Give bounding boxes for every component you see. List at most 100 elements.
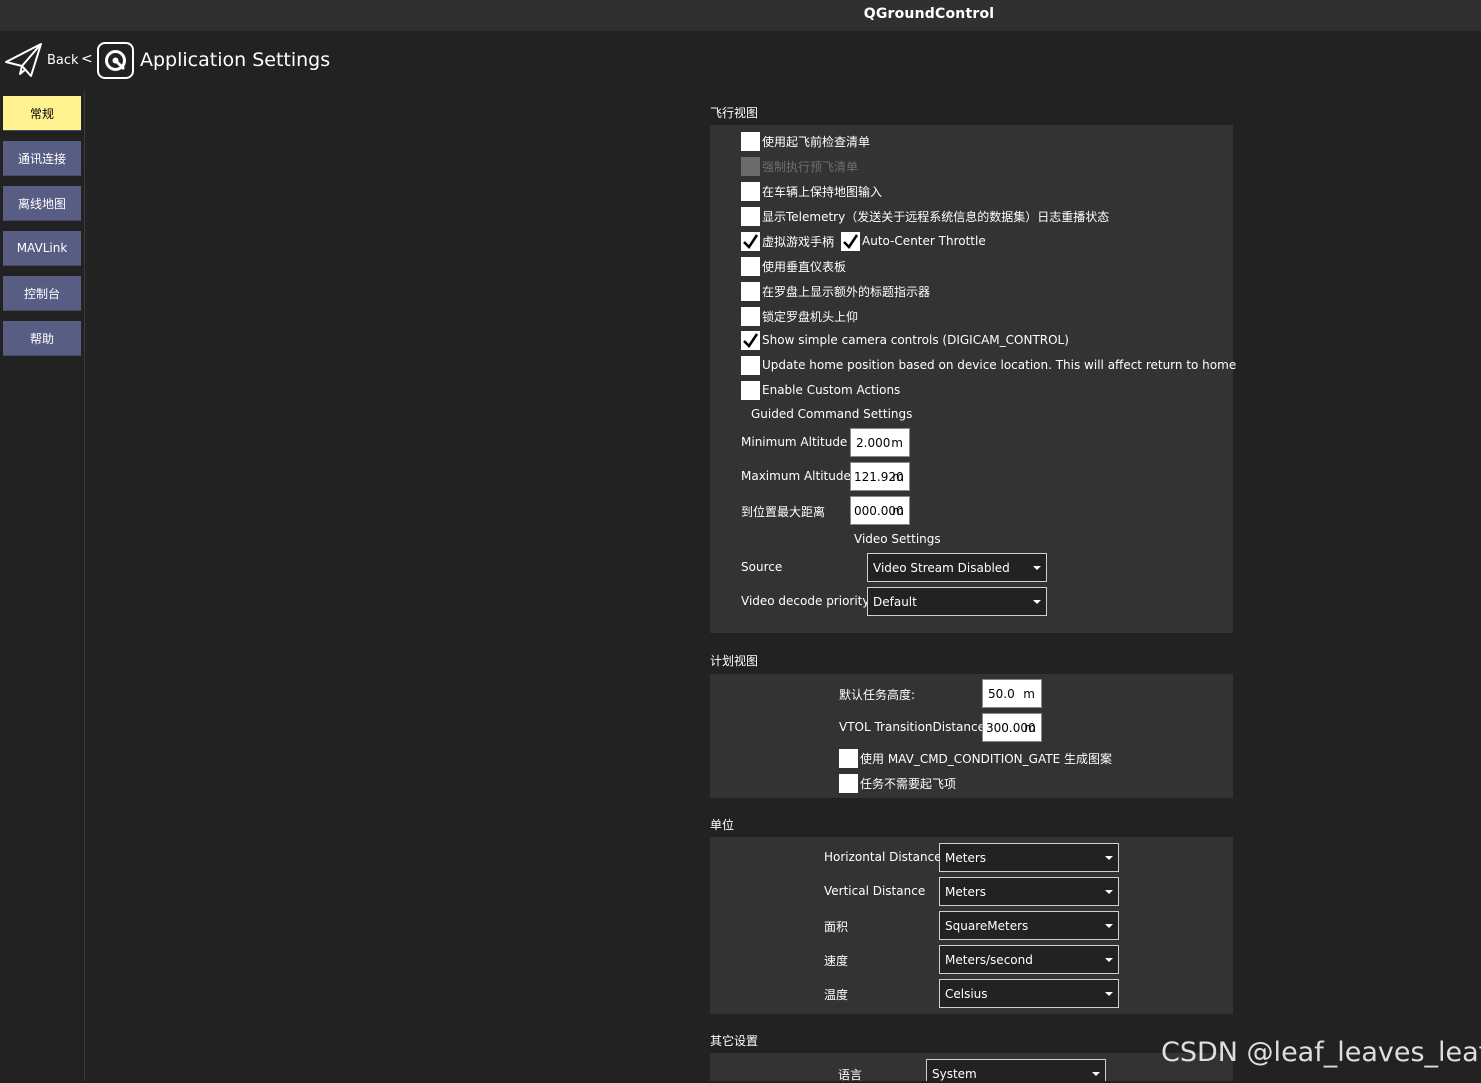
dropdown-value: Video Stream Disabled (873, 560, 1010, 575)
checkbox-row[interactable]: Show simple camera controls (DIGICAM_CON… (741, 330, 1069, 350)
checkbox-label: 虚拟游戏手柄 (762, 234, 835, 249)
auto-center-checkbox[interactable] (841, 231, 861, 251)
checkbox-label: 在车辆上保持地图输入 (762, 184, 883, 199)
checkbox-label: 任务不需要起飞项 (860, 776, 957, 791)
sidebar-item-help[interactable]: 帮助 (3, 321, 81, 356)
checkbox-label: Auto-Center Throttle (862, 234, 986, 248)
breadcrumb-separator: < (81, 51, 93, 67)
checkbox[interactable] (741, 206, 760, 226)
area-dropdown[interactable]: SquareMeters (939, 911, 1119, 940)
max-distance-input[interactable]: 000.000 m (850, 496, 910, 525)
max-altitude-input[interactable]: 121.920 m (850, 462, 910, 491)
checkbox-row[interactable]: 使用起飞前检查清单 (741, 131, 870, 151)
unit-label: m (1024, 721, 1036, 735)
min-altitude-label: Minimum Altitude (741, 435, 848, 449)
checkbox[interactable] (741, 380, 760, 400)
checkmark-icon (843, 233, 859, 249)
decode-priority-dropdown[interactable]: Default (867, 587, 1047, 616)
sidebar-item-console[interactable]: 控制台 (3, 276, 81, 311)
checkbox-row: 强制执行预飞清单 (741, 156, 858, 176)
misc-header: 其它设置 (710, 1034, 759, 1048)
page-title: Application Settings (140, 49, 331, 71)
horizontal-distance-dropdown[interactable]: Meters (939, 843, 1119, 872)
sidebar-item-mavlink[interactable]: MAVLink (3, 231, 81, 266)
checkbox[interactable] (741, 281, 760, 301)
temperature-dropdown[interactable]: Celsius (939, 979, 1119, 1008)
default-altitude-input[interactable]: 50.0 m (982, 679, 1042, 708)
checkbox-label: 强制执行预飞清单 (762, 159, 859, 174)
dropdown-value: Meters (945, 884, 987, 899)
qgc-logo-icon (97, 42, 134, 79)
max-altitude-label: Maximum Altitude (741, 469, 851, 483)
sidebar-item-comm-links[interactable]: 通讯连接 (3, 141, 81, 176)
paper-plane-icon[interactable] (4, 40, 44, 80)
vertical-distance-dropdown[interactable]: Meters (939, 877, 1119, 906)
chevron-down-icon (1105, 924, 1113, 928)
chevron-down-icon (1105, 992, 1113, 996)
watermark: CSDN @leaf_leaves_leaf (1161, 1037, 1481, 1068)
checkbox-label: 显示Telemetry（发送关于远程系统信息的数据集）日志重播状态 (762, 209, 1110, 224)
checkbox-row[interactable]: 锁定罗盘机头上仰 (741, 306, 858, 326)
source-dropdown[interactable]: Video Stream Disabled (867, 553, 1047, 582)
guided-command-header: Guided Command Settings (751, 407, 913, 421)
decode-priority-label: Video decode priority (741, 594, 870, 608)
checkbox-label: Enable Custom Actions (762, 383, 901, 397)
chevron-down-icon (1105, 890, 1113, 894)
checkbox-row[interactable]: 虚拟游戏手柄 Auto-Center Throttle (741, 231, 986, 251)
checkbox[interactable] (741, 256, 760, 276)
sidebar-item-offline-maps[interactable]: 离线地图 (3, 186, 81, 221)
dropdown-value: Meters (945, 850, 987, 865)
language-dropdown[interactable]: System (926, 1059, 1106, 1081)
chevron-down-icon (1105, 958, 1113, 962)
checkbox-label: 锁定罗盘机头上仰 (762, 309, 859, 324)
checkbox[interactable] (741, 131, 760, 151)
checkbox[interactable] (839, 773, 858, 793)
back-button[interactable]: Back (47, 53, 79, 68)
unit-label: m (892, 470, 904, 484)
checkbox[interactable] (741, 355, 760, 375)
checkbox[interactable] (741, 306, 760, 326)
checkbox-row[interactable]: 在车辆上保持地图输入 (741, 181, 882, 201)
checkbox-row[interactable]: 使用 MAV_CMD_CONDITION_GATE 生成图案 (839, 748, 1112, 768)
video-settings-header: Video Settings (854, 532, 941, 546)
speed-label: 速度 (824, 954, 849, 968)
checkbox-label: Update home position based on device loc… (762, 358, 1237, 372)
checkbox-row[interactable]: 在罗盘上显示额外的标题指示器 (741, 281, 930, 301)
dropdown-value: Default (873, 594, 917, 609)
sidebar: 常规 通讯连接 离线地图 MAVLink 控制台 帮助 (0, 91, 85, 1081)
checkbox-label: 使用起飞前检查清单 (762, 134, 871, 149)
checkbox-row[interactable]: Enable Custom Actions (741, 380, 900, 400)
min-altitude-input[interactable]: 2.000 m (850, 428, 910, 457)
vtol-distance-label: VTOL TransitionDistance (839, 720, 985, 734)
dropdown-value: Meters/second (945, 952, 1033, 967)
dropdown-value: SquareMeters (945, 918, 1029, 933)
chevron-down-icon (1033, 600, 1041, 604)
checkbox-row[interactable]: 任务不需要起飞项 (839, 773, 956, 793)
dropdown-value: Celsius (945, 986, 988, 1001)
checkbox-label: 在罗盘上显示额外的标题指示器 (762, 284, 931, 299)
chevron-down-icon (1033, 566, 1041, 570)
units-header: 单位 (710, 818, 735, 832)
chevron-down-icon (1105, 856, 1113, 860)
checkbox[interactable] (741, 231, 760, 251)
plan-view-header: 计划视图 (710, 654, 759, 668)
input-value: 50.0 (988, 686, 1015, 701)
checkbox[interactable] (741, 181, 760, 201)
checkbox[interactable] (839, 748, 858, 768)
checkbox-label: 使用垂直仪表板 (762, 259, 847, 274)
plan-view-panel (710, 674, 1233, 798)
unit-label: m (892, 504, 904, 518)
language-label: 语言 (838, 1068, 863, 1082)
speed-dropdown[interactable]: Meters/second (939, 945, 1119, 974)
vertical-distance-label: Vertical Distance (824, 884, 926, 898)
input-value: 2.000 (856, 435, 891, 450)
fly-view-header: 飞行视图 (710, 106, 759, 120)
checkbox-row[interactable]: 显示Telemetry（发送关于远程系统信息的数据集）日志重播状态 (741, 206, 1109, 226)
sidebar-item-general[interactable]: 常规 (3, 96, 81, 131)
checkbox-row[interactable]: Update home position based on device loc… (741, 355, 1236, 375)
checkbox[interactable] (741, 330, 760, 350)
window-titlebar: QGroundControl (0, 0, 1481, 31)
checkmark-icon (743, 233, 759, 249)
checkbox-row[interactable]: 使用垂直仪表板 (741, 256, 846, 276)
vtol-distance-input[interactable]: 300.000 m (982, 713, 1042, 742)
